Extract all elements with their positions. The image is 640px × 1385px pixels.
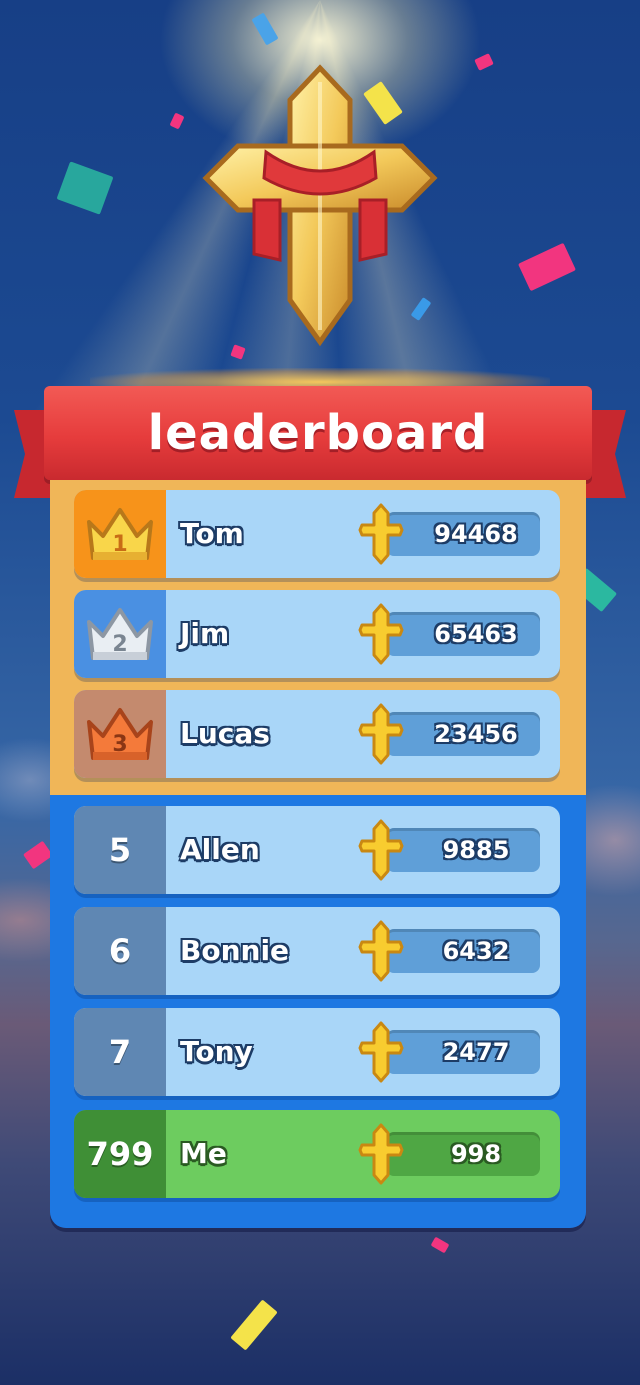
rank-number: 5	[108, 831, 132, 869]
my-rank-row[interactable]: 799 Me 998	[74, 1110, 560, 1198]
leaderboard-row-6[interactable]: 6 Bonnie 6432	[74, 907, 560, 995]
leaderboard-row-5[interactable]: 5 Allen 9885	[74, 806, 560, 894]
player-name: Tony	[180, 1035, 253, 1068]
leaderboard-row-3[interactable]: 3 Lucas 23456	[74, 690, 560, 778]
cross-icon	[358, 603, 404, 665]
player-name: Jim	[180, 617, 230, 650]
rank-badge: 7	[74, 1008, 166, 1096]
title-banner: leaderboard	[44, 386, 592, 480]
crown-icon: 2	[87, 608, 153, 660]
cross-icon	[358, 920, 404, 982]
confetti-piece	[518, 242, 576, 292]
score-value: 9885	[386, 828, 540, 872]
score-value: 2477	[386, 1030, 540, 1074]
cross-icon	[358, 503, 404, 565]
svg-text:3: 3	[112, 732, 127, 757]
leaderboard-row-1[interactable]: 1 Tom 94468	[74, 490, 560, 578]
player-name: Me	[180, 1137, 227, 1170]
svg-text:2: 2	[112, 632, 127, 657]
rank-badge-silver: 2	[74, 590, 166, 678]
confetti-piece	[230, 1299, 278, 1351]
crown-icon: 1	[87, 508, 153, 560]
svg-text:1: 1	[112, 532, 127, 557]
score-value: 23456	[386, 712, 540, 756]
confetti-piece	[169, 112, 185, 130]
cross-icon	[358, 1123, 404, 1185]
score-value: 6432	[386, 929, 540, 973]
golden-cross-icon	[200, 60, 440, 350]
cross-icon	[358, 1021, 404, 1083]
leaderboard-panel: 1 Tom 94468 2 Jim 65463 3 Lucas 23456 5 …	[50, 480, 586, 1228]
rank-number: 799	[86, 1135, 154, 1173]
leaderboard-row-2[interactable]: 2 Jim 65463	[74, 590, 560, 678]
rank-badge-gold: 1	[74, 490, 166, 578]
rank-number: 7	[108, 1033, 132, 1071]
confetti-piece	[56, 161, 114, 215]
rank-badge-bronze: 3	[74, 690, 166, 778]
cross-icon	[358, 703, 404, 765]
player-name: Allen	[180, 833, 260, 866]
confetti-piece	[474, 53, 494, 71]
player-name: Bonnie	[180, 934, 290, 967]
score-value: 65463	[386, 612, 540, 656]
score-value: 998	[386, 1132, 540, 1176]
rank-badge: 5	[74, 806, 166, 894]
score-value: 94468	[386, 512, 540, 556]
cross-icon	[358, 819, 404, 881]
page-title: leaderboard	[147, 405, 489, 461]
confetti-piece	[251, 12, 279, 46]
rank-badge: 799	[74, 1110, 166, 1198]
rank-number: 6	[108, 932, 132, 970]
leaderboard-row-7[interactable]: 7 Tony 2477	[74, 1008, 560, 1096]
player-name: Tom	[180, 517, 244, 550]
rank-badge: 6	[74, 907, 166, 995]
crown-icon: 3	[87, 708, 153, 760]
player-name: Lucas	[180, 717, 270, 750]
confetti-piece	[430, 1236, 450, 1254]
